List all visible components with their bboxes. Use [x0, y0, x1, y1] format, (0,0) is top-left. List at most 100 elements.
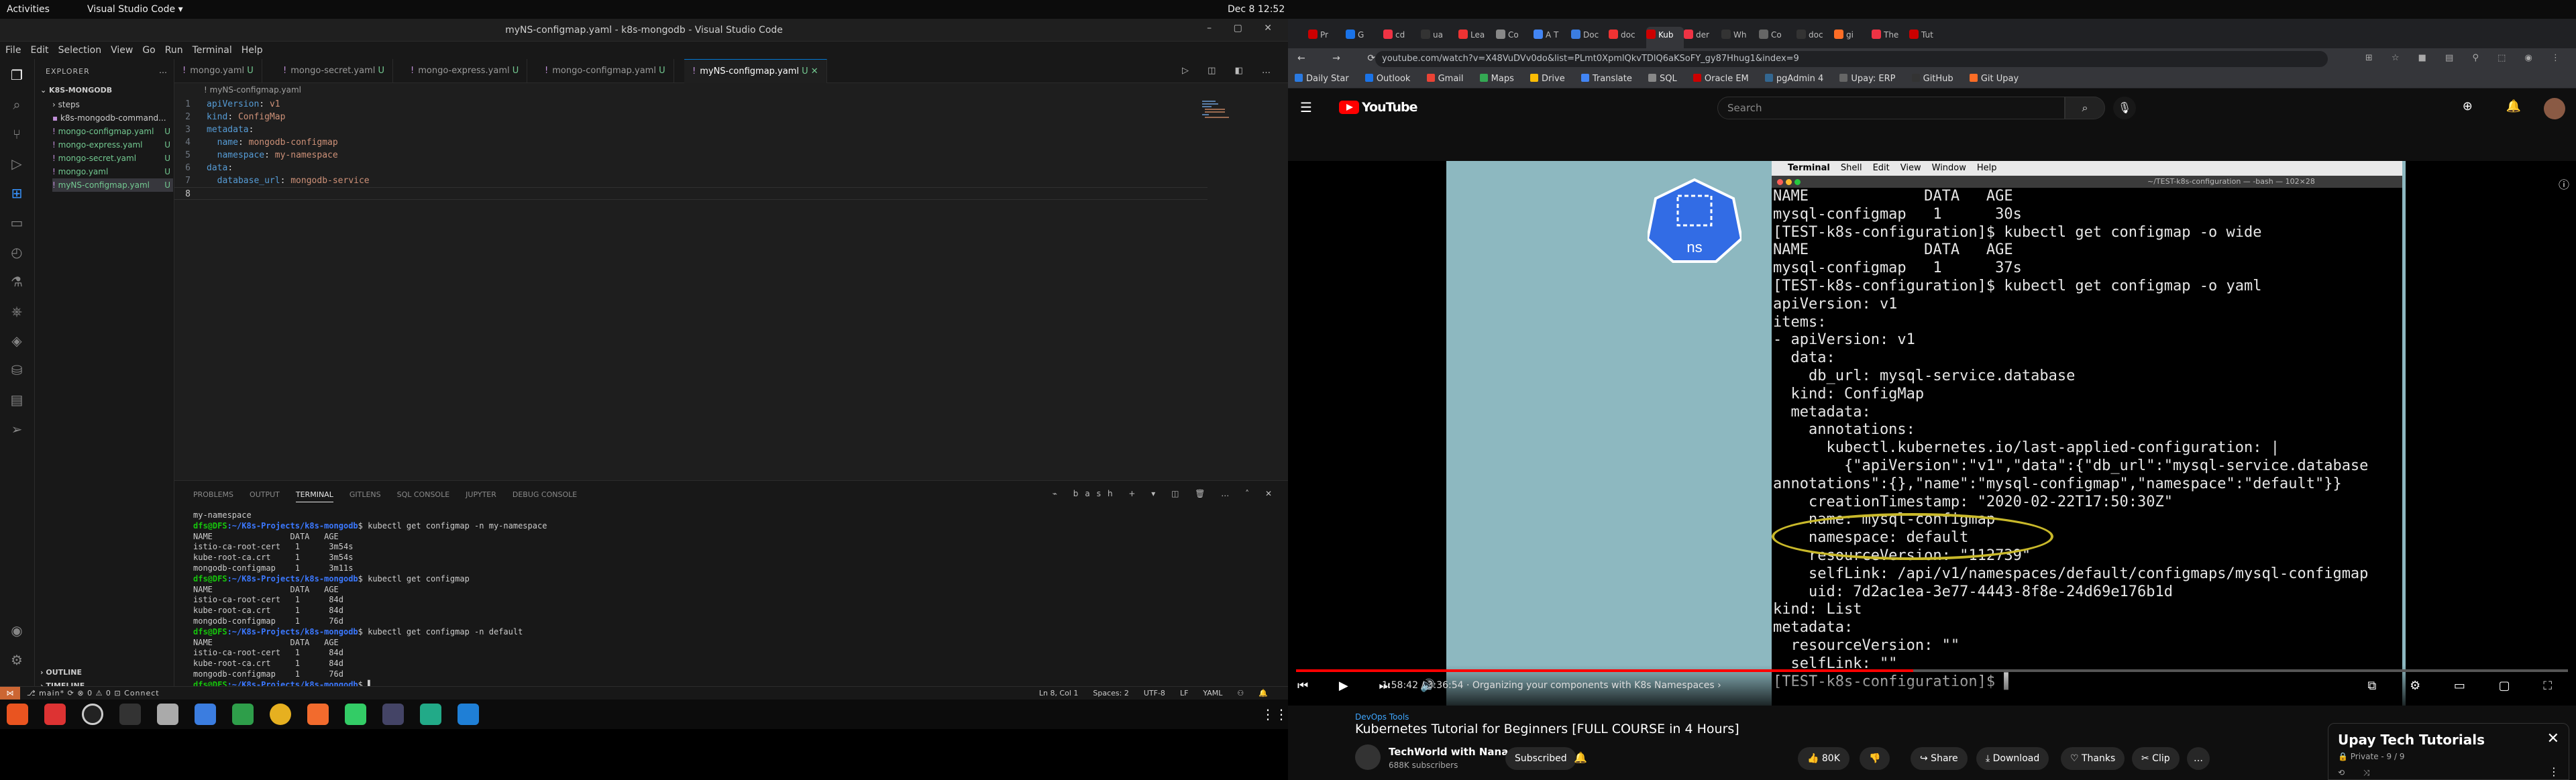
- video-category[interactable]: DevOps Tools: [1355, 712, 1409, 722]
- tab-mongo-secret[interactable]: ! mongo-secret.yaml U: [275, 59, 394, 83]
- window-controls[interactable]: – ▢ ✕: [1207, 23, 1281, 34]
- send-icon[interactable]: ➢: [7, 421, 27, 441]
- browser-tab[interactable]: doc: [1796, 30, 1834, 48]
- menu-help[interactable]: Help: [241, 45, 263, 56]
- progress-bar[interactable]: [1296, 669, 2568, 672]
- app-menu[interactable]: Visual Studio Code ▾: [87, 4, 183, 15]
- bookmark[interactable]: Maps: [1479, 74, 1514, 84]
- bookmark[interactable]: Gmail: [1426, 74, 1464, 84]
- line-ending[interactable]: LF: [1180, 689, 1188, 698]
- browser-tab[interactable]: der: [1684, 30, 1721, 48]
- tab-jupyter[interactable]: JUPYTER: [466, 490, 496, 499]
- bookmark[interactable]: Oracle EM: [1693, 74, 1749, 84]
- close-icon[interactable]: ✕: [2547, 730, 2559, 747]
- notebook-icon[interactable]: ▤: [7, 392, 27, 412]
- terminal-icon[interactable]: [119, 704, 141, 725]
- bell-icon[interactable]: 🔔: [1574, 751, 1587, 764]
- file-item[interactable]: ! mongo-express.yaml U: [52, 138, 173, 152]
- player-settings-buttons[interactable]: ⧉ ⚙ ▭ ▢ ⛶: [2368, 679, 2567, 693]
- search-input[interactable]: Search: [1717, 97, 2065, 119]
- search-icon[interactable]: ⌕: [7, 97, 27, 117]
- minimap[interactable]: [1201, 98, 1248, 125]
- header-actions[interactable]: ⊕ 🔔: [2463, 99, 2536, 113]
- tab-debug-console[interactable]: DEBUG CONSOLE: [513, 490, 577, 499]
- bookmark[interactable]: Daily Star: [1295, 74, 1349, 84]
- run-debug-icon[interactable]: ▷: [7, 156, 27, 176]
- file-item[interactable]: ! mongo.yaml U: [52, 165, 173, 178]
- extensions-toolbar[interactable]: ⊞ ☆ ■ ▤ ⚲ ⬚ ◉ ⋮: [2365, 53, 2568, 63]
- file-item[interactable]: › steps: [52, 98, 173, 111]
- playlist-controls[interactable]: ⟲ ⤨: [2338, 768, 2377, 778]
- account-icon[interactable]: ◉: [7, 622, 27, 643]
- remote-explorer-icon[interactable]: ▭: [7, 215, 27, 235]
- channel-name[interactable]: TechWorld with Nana: [1389, 746, 1508, 758]
- subscribe-button[interactable]: Subscribed: [1505, 747, 1576, 770]
- file-item[interactable]: ▪ k8s-mongodb-command...: [52, 111, 173, 125]
- bookmark[interactable]: SQL: [1648, 74, 1677, 84]
- menu-edit[interactable]: Edit: [30, 45, 48, 56]
- browser-tab[interactable]: Lea: [1458, 30, 1496, 48]
- tab-output[interactable]: OUTPUT: [250, 490, 280, 499]
- postman-icon[interactable]: [307, 704, 329, 725]
- url-input[interactable]: youtube.com/watch?v=X48VuDVv0do&list=PLm…: [1375, 51, 2328, 67]
- editor-actions[interactable]: ▷ ◫ ◧ …: [1182, 66, 1279, 76]
- channel-avatar[interactable]: [1355, 744, 1381, 770]
- workspace-folder[interactable]: ⌄ K8S-MONGODB: [40, 86, 112, 95]
- cursor-position[interactable]: Ln 8, Col 1: [1039, 689, 1079, 698]
- avatar[interactable]: [2544, 98, 2565, 119]
- like-button[interactable]: 👍 80K: [1798, 747, 1849, 770]
- menu-view[interactable]: View: [111, 45, 133, 56]
- tab-mongo[interactable]: ! mongo.yaml U: [174, 59, 262, 83]
- tab-mongo-express[interactable]: ! mongo-express.yaml U: [402, 59, 528, 83]
- feedback-icon[interactable]: ⚇: [1237, 689, 1244, 698]
- bookmark[interactable]: Translate: [1580, 74, 1632, 84]
- tab-myns-configmap[interactable]: ! myNS-configmap.yaml U ✕: [684, 59, 827, 83]
- docker-icon[interactable]: ◈: [7, 333, 27, 353]
- code-editor[interactable]: 1 apiVersion: v1 2 kind: ConfigMap 3 metada…: [174, 98, 1288, 480]
- video-player[interactable]: ns Terminal Shell Edit View Window Help ~/TES…: [1288, 161, 2576, 706]
- youtube-brand[interactable]: YouTube: [1362, 100, 1417, 115]
- search-button-icon[interactable]: ⌕: [2065, 97, 2105, 119]
- browser-tab[interactable]: A T: [1534, 30, 1571, 48]
- app-icon[interactable]: [44, 704, 66, 725]
- more-actions-button[interactable]: …: [2187, 747, 2210, 770]
- bookmark[interactable]: GitHub: [1911, 74, 1953, 84]
- browser-tab[interactable]: Wh: [1721, 30, 1759, 48]
- tab-sql-console[interactable]: SQL CONSOLE: [397, 490, 450, 499]
- pycharm-icon[interactable]: [345, 704, 366, 725]
- info-icon[interactable]: ⓘ: [2559, 176, 2569, 192]
- browser-tab[interactable]: gi: [1834, 30, 1872, 48]
- clip-button[interactable]: ✂ Clip: [2132, 747, 2180, 770]
- status-left[interactable]: ⎇ main* ⟳ ⊗ 0 ⚠ 0 ⊡ Connect: [27, 689, 160, 698]
- tab-problems[interactable]: PROBLEMS: [193, 490, 233, 499]
- playlist-title[interactable]: Upay Tech Tutorials: [2338, 732, 2485, 748]
- testing-icon[interactable]: ⚗: [7, 274, 27, 294]
- obs-icon[interactable]: [82, 704, 103, 725]
- thanks-button[interactable]: ♡ Thanks: [2061, 747, 2125, 770]
- browser-tab[interactable]: G: [1346, 30, 1383, 48]
- notifications-icon[interactable]: 🔔: [1258, 689, 1268, 698]
- browser-tab[interactable]: Tut: [1909, 30, 1947, 48]
- browser-tab[interactable]: doc: [1609, 30, 1646, 48]
- menu-run[interactable]: Run: [165, 45, 183, 56]
- files-icon[interactable]: [157, 704, 178, 725]
- extensions-icon[interactable]: ⊞: [7, 185, 27, 205]
- app-icon-2[interactable]: [420, 704, 441, 725]
- database-icon[interactable]: ⛁: [7, 362, 27, 382]
- tab-gitlens[interactable]: GITLENS: [350, 490, 381, 499]
- file-item[interactable]: ! mongo-configmap.yaml U: [52, 125, 173, 138]
- browser-tab[interactable]: Doc: [1571, 30, 1609, 48]
- bookmark[interactable]: pgAdmin 4: [1764, 74, 1823, 84]
- menu-terminal[interactable]: Terminal: [193, 45, 232, 56]
- writer-icon[interactable]: [195, 704, 216, 725]
- hamburger-menu-icon[interactable]: ☰: [1300, 99, 1312, 115]
- ubuntu-software-icon[interactable]: [7, 704, 28, 725]
- outline-section[interactable]: › OUTLINE: [40, 668, 82, 677]
- share-button[interactable]: ↪ Share: [1911, 747, 1968, 770]
- encoding[interactable]: UTF-8: [1144, 689, 1165, 698]
- breadcrumb[interactable]: ! myNS-configmap.yaml: [174, 83, 1288, 98]
- browser-tab[interactable]: ua: [1421, 30, 1458, 48]
- terminal-actions[interactable]: ⌁ bash + ▾ ◫ 🗑 … ˄ ✕: [1053, 489, 1279, 498]
- menu-selection[interactable]: Selection: [58, 45, 102, 56]
- dislike-button[interactable]: 👎: [1860, 747, 1890, 770]
